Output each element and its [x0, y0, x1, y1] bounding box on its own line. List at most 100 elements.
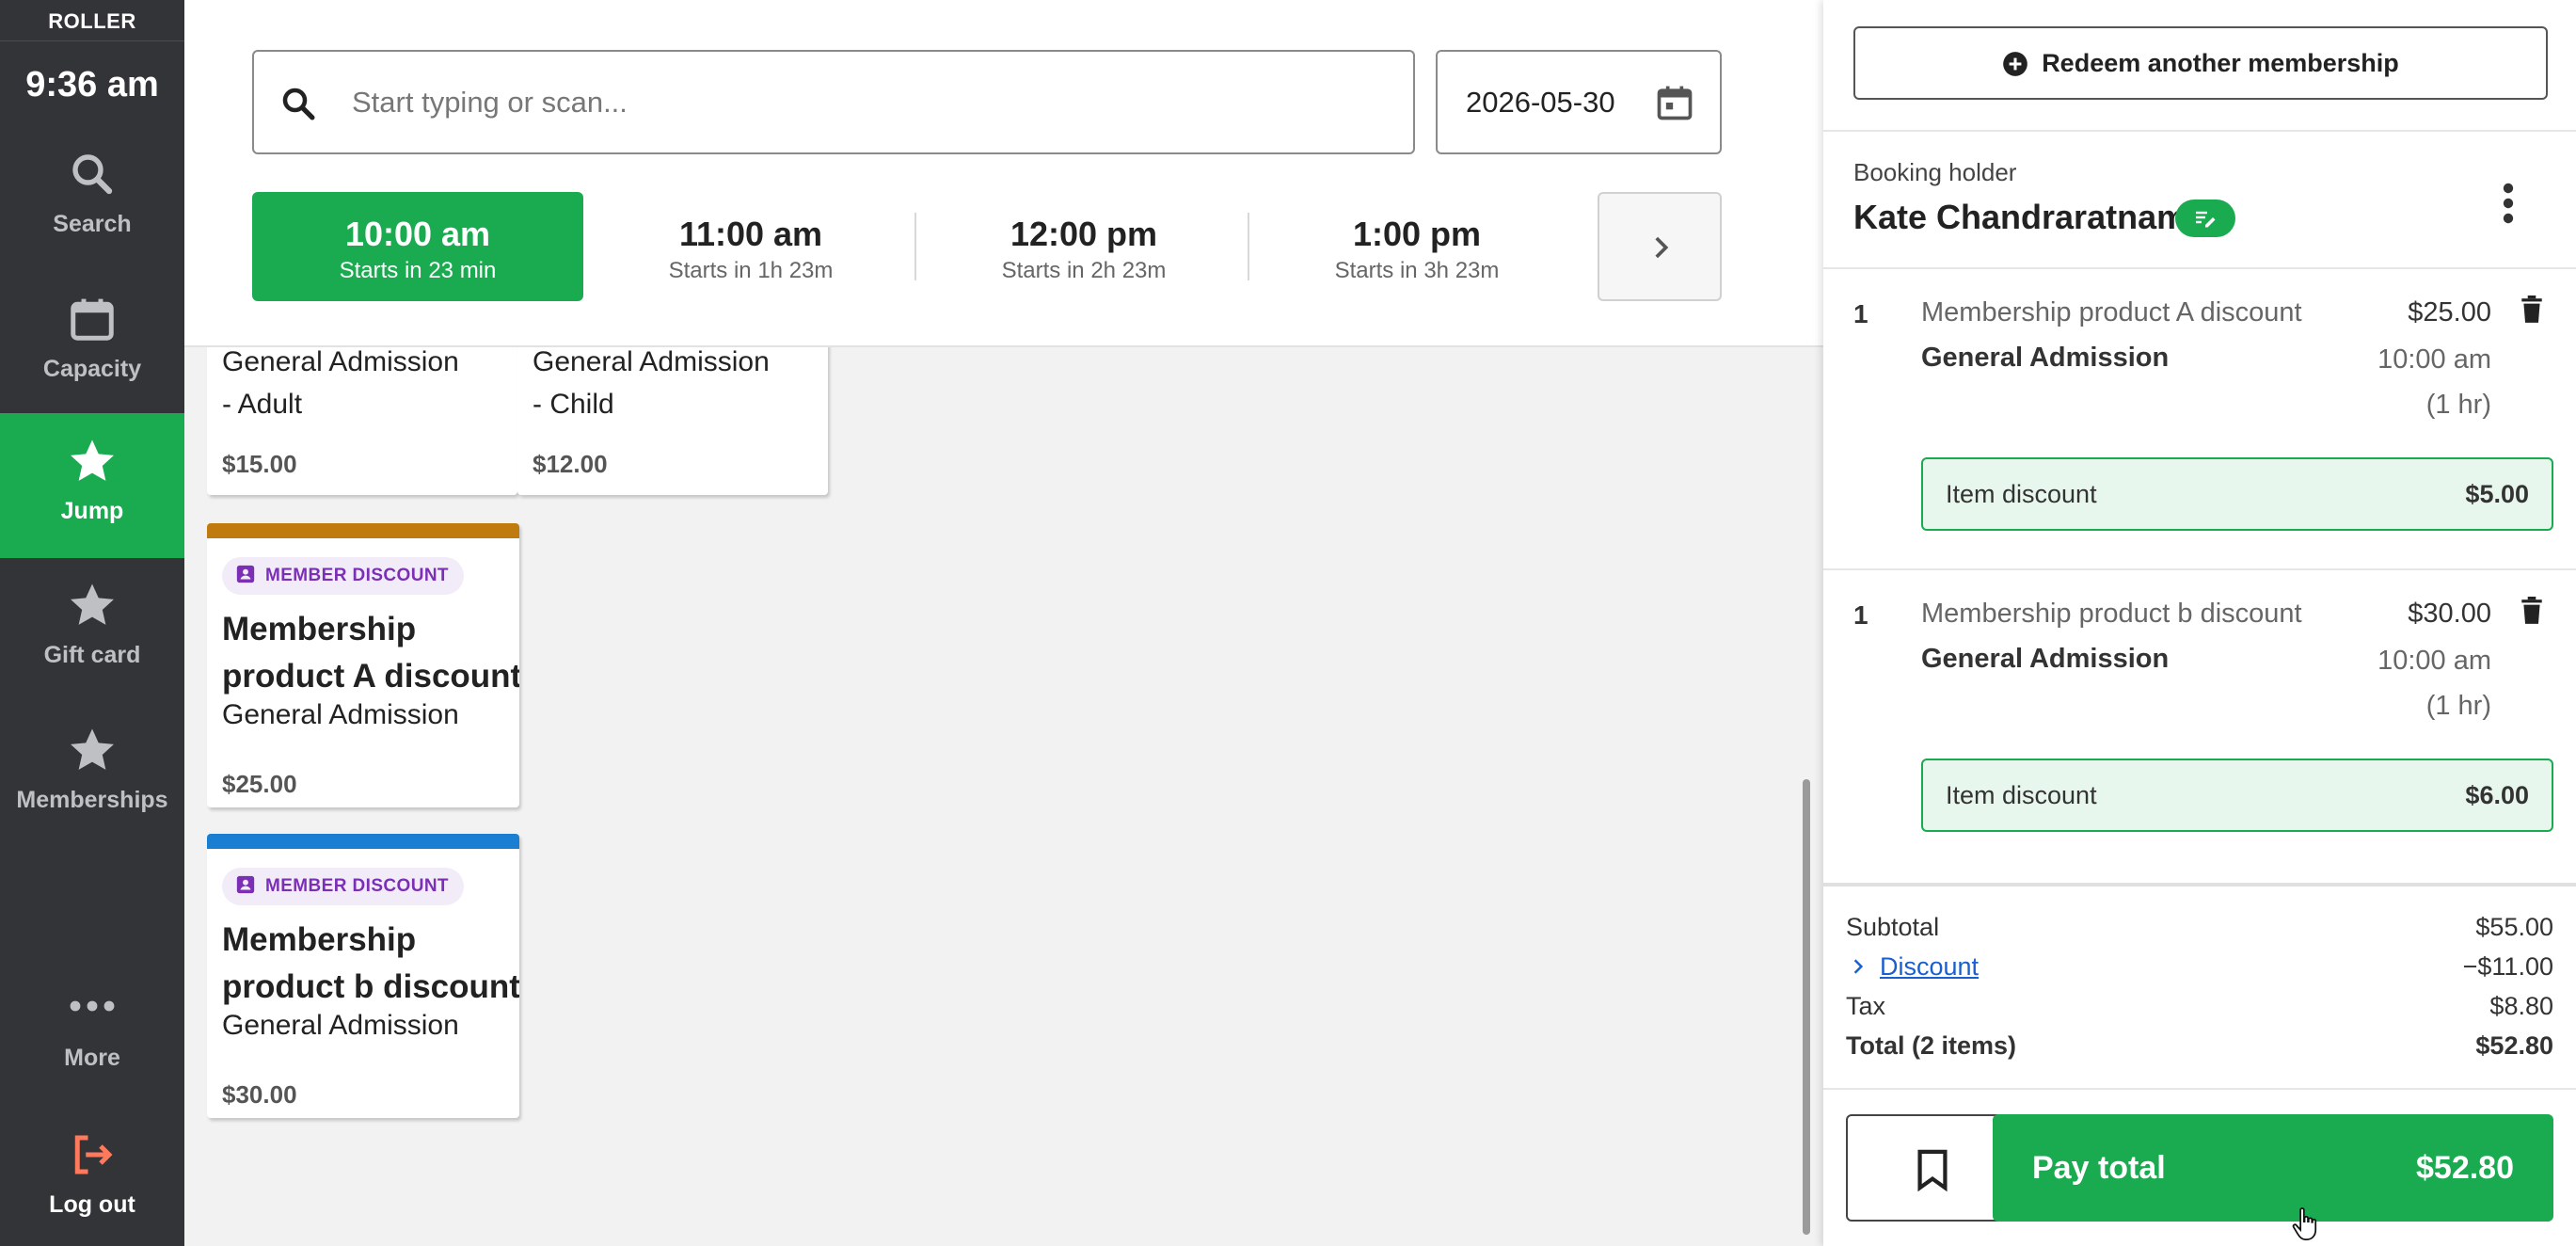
star-icon [71, 728, 114, 770]
calendar-icon [71, 298, 114, 341]
time-slot-1300[interactable]: 1:00 pm Starts in 3h 23m [1251, 192, 1582, 301]
nav-label: Capacity [42, 356, 142, 382]
edit-holder-badge[interactable] [2175, 200, 2235, 237]
card-price: $12.00 [533, 450, 608, 478]
card-price: $25.00 [222, 770, 297, 798]
nav-label: Log out [49, 1191, 135, 1218]
card-title: Membership product b discount [222, 921, 519, 1005]
line-qty: 1 [1853, 299, 1868, 328]
nav-item-jump[interactable]: Jump [0, 413, 184, 558]
card-price: $15.00 [222, 450, 297, 478]
badge-label: MEMBER DISCOUNT [265, 876, 449, 896]
divider [1823, 1088, 2576, 1090]
item-discount-label: Item discount [1946, 480, 2097, 508]
slot-starts-in: Starts in 3h 23m [1334, 258, 1500, 283]
time-slot-1200[interactable]: 12:00 pm Starts in 2h 23m [918, 192, 1249, 301]
slot-time: 12:00 pm [1010, 215, 1158, 253]
item-discount-row: Item discount $6.00 [1921, 759, 2553, 832]
card-price: $30.00 [222, 1080, 297, 1109]
slot-starts-in: Starts in 23 min [339, 258, 497, 283]
member-card-icon [236, 875, 255, 894]
session-topbar: 2026-05-30 10:00 am Starts in 23 min 11:… [184, 0, 1823, 347]
redeem-membership-button[interactable]: Redeem another membership [1853, 26, 2548, 100]
date-picker[interactable]: 2026-05-30 [1436, 50, 1722, 154]
item-discount-value: $5.00 [2465, 480, 2529, 508]
tax-label: Tax [1846, 992, 1886, 1020]
total-row: Total (2 items) $52.80 [1846, 1031, 2553, 1061]
main-scrollbar[interactable] [1803, 779, 1810, 1235]
line-price: $25.00 [2408, 297, 2491, 327]
slot-divider [914, 213, 916, 280]
product-card-membership-b[interactable]: MEMBER DISCOUNT Membership product b dis… [207, 834, 519, 1118]
nav-item-gift-card[interactable]: Gift card [0, 565, 184, 710]
line-duration: (1 hr) [2425, 691, 2491, 721]
divider [1823, 130, 2576, 132]
slot-starts-in: Starts in 2h 23m [1001, 258, 1167, 283]
search-icon [72, 154, 113, 195]
nav-item-search[interactable]: Search [0, 137, 184, 282]
line-ticket-type: General Admission [1921, 343, 2170, 373]
product-card-membership-a[interactable]: MEMBER DISCOUNT Membership product A dis… [207, 523, 519, 807]
search-input[interactable] [352, 54, 1387, 151]
slot-starts-in: Starts in 1h 23m [668, 258, 834, 283]
discount-row: Discount −$11.00 [1846, 952, 2553, 982]
nav-item-capacity[interactable]: Capacity [0, 282, 184, 427]
booking-holder-label: Booking holder [1853, 158, 2017, 186]
delete-icon[interactable] [2520, 296, 2544, 324]
nav-label: Memberships [16, 787, 168, 813]
item-discount-label: Item discount [1946, 781, 2097, 809]
slot-time: 11:00 am [678, 215, 823, 253]
card-color-cap [207, 834, 519, 849]
card-color-cap [207, 523, 519, 538]
search-icon [282, 88, 315, 120]
nav-label: More [64, 1045, 120, 1071]
pay-total-button[interactable]: Pay total $52.80 [1993, 1114, 2553, 1222]
badge-label: MEMBER DISCOUNT [265, 566, 449, 585]
slot-divider [1248, 213, 1249, 280]
time-slot-1100[interactable]: 11:00 am Starts in 1h 23m [585, 192, 916, 301]
search-field[interactable] [252, 50, 1415, 154]
line-duration: (1 hr) [2425, 390, 2491, 420]
discount-toggle-link[interactable]: Discount [1880, 952, 1979, 981]
redeem-label: Redeem another membership [2042, 49, 2399, 77]
divider [1823, 568, 2576, 570]
member-discount-badge: MEMBER DISCOUNT [222, 868, 464, 905]
total-value: $52.80 [2475, 1031, 2553, 1060]
nav-item-logout[interactable]: Log out [0, 1118, 184, 1246]
clock: 9:36 am [25, 65, 159, 104]
subtotal-value: $55.00 [2475, 913, 2553, 941]
add-circle-icon [2003, 52, 2028, 76]
total-label: Total (2 items) [1846, 1031, 2017, 1060]
tax-row: Tax $8.80 [1846, 992, 2553, 1021]
star-icon [71, 439, 114, 481]
line-time: 10:00 am [2377, 646, 2491, 676]
booking-holder-name[interactable]: Kate Chandraratnam [1853, 198, 2186, 237]
nav-label: Jump [60, 498, 124, 524]
edit-notes-icon [2196, 211, 2216, 228]
save-booking-button[interactable] [1846, 1114, 2015, 1222]
logout-icon [74, 1135, 113, 1174]
member-discount-badge: MEMBER DISCOUNT [222, 557, 464, 595]
slot-time: 1:00 pm [1352, 215, 1482, 253]
next-slots-button[interactable] [1598, 192, 1722, 301]
delete-icon[interactable] [2520, 597, 2544, 625]
tax-value: $8.80 [2489, 992, 2553, 1020]
subtotal-row: Subtotal $55.00 [1846, 913, 2553, 942]
cart-panel: Redeem another membership Booking holder… [1823, 0, 2576, 1246]
member-card-icon [236, 565, 255, 583]
card-subtitle: General Admission [222, 699, 459, 730]
chevron-right-icon[interactable] [1852, 958, 1865, 975]
nav-item-memberships[interactable]: Memberships [0, 710, 184, 855]
time-slot-1000[interactable]: 10:00 am Starts in 23 min [252, 192, 583, 301]
nav-item-more[interactable]: More [0, 979, 184, 1124]
card-subtitle: General Admission [222, 1010, 459, 1041]
line-ticket-type: General Admission [1921, 644, 2170, 674]
divider [1823, 267, 2576, 269]
pay-amount: $52.80 [2416, 1150, 2514, 1186]
chevron-right-icon [1655, 236, 1669, 259]
more-options-icon[interactable] [2493, 181, 2523, 226]
line-product-name: Membership product A discount [1921, 297, 2302, 327]
date-value: 2026-05-30 [1466, 86, 1615, 119]
more-dots-icon [70, 1000, 115, 1012]
calendar-icon[interactable] [1654, 82, 1695, 123]
